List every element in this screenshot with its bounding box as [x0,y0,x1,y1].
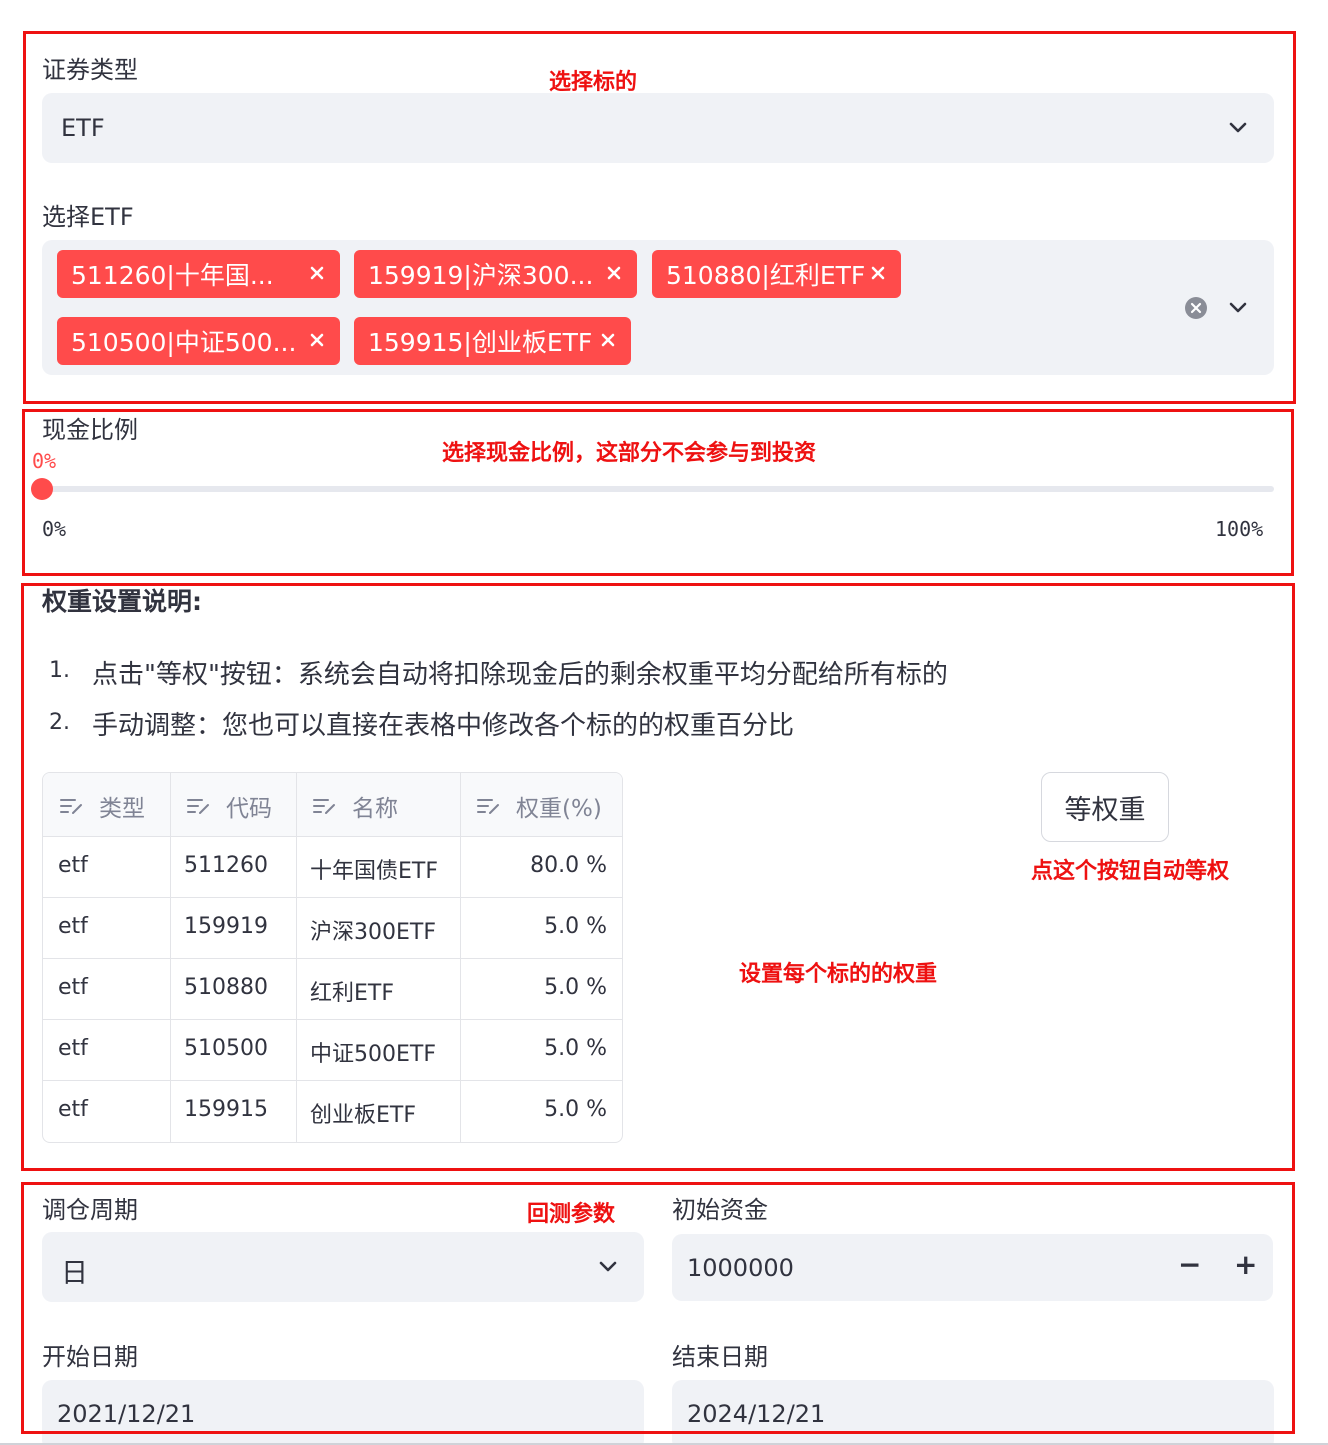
decrement-button[interactable]: − [1178,1248,1201,1281]
annotation-select-target: 选择标的 [549,70,638,95]
column-header-name[interactable]: 名称 [312,789,398,823]
security-type-select[interactable]: ETF [42,93,1274,163]
annotation-equal-note: 点这个按钮自动等权 [1031,859,1230,884]
table-cell-code[interactable]: 511260 [184,853,268,878]
table-cell-code[interactable]: 510880 [184,975,268,1000]
rebalance-value: 日 [61,1258,88,1289]
end-date-value: 2024/12/21 [687,1400,826,1428]
slider-min-label: 0% [42,517,67,541]
text-column-icon [313,799,335,814]
list-item: 点击"等权"按钮：系统会自动将扣除现金后的剩余权重平均分配给所有标的 [92,660,948,690]
table-cell-name[interactable]: 中证500ETF [310,1036,436,1068]
text-column-icon [477,799,499,814]
list-number: 2. [49,710,70,735]
column-header-weight[interactable]: 权重(%) [476,789,602,823]
close-icon[interactable] [867,262,889,284]
table-cell-type[interactable]: etf [58,853,88,878]
etf-tag-label: 511260|十年国... [71,261,274,290]
equal-weight-button[interactable]: 等权重 [1041,772,1169,842]
close-icon[interactable] [306,329,328,351]
column-header-type[interactable]: 类型 [59,789,145,823]
close-icon[interactable] [597,329,619,351]
increment-button[interactable]: + [1234,1248,1257,1281]
table-cell-type[interactable]: etf [58,1097,88,1122]
annotation-backtest-params: 回测参数 [527,1202,616,1227]
initial-capital-label: 初始资金 [672,1196,768,1224]
table-cell-code[interactable]: 510500 [184,1036,268,1061]
initial-capital-value: 1000000 [687,1254,794,1282]
cash-ratio-label: 现金比例 [42,416,138,444]
table-cell-weight[interactable]: 5.0 % [544,975,607,1000]
chevron-down-icon [1229,122,1247,133]
table-cell-weight[interactable]: 5.0 % [544,1036,607,1061]
slider-handle[interactable] [31,478,53,500]
etf-tag-label: 510880|红利ETF [666,261,866,290]
text-column-icon [60,799,82,814]
clear-all-icon[interactable] [1184,296,1208,320]
select-etf-label: 选择ETF [42,203,134,231]
start-date-label: 开始日期 [42,1343,138,1371]
annotation-cash-note: 选择现金比例，这部分不会参与到投资 [442,441,817,466]
close-icon[interactable] [306,262,328,284]
etf-tag[interactable]: 159915|创业板ETF [354,317,631,365]
etf-tag-label: 159919|沪深300... [368,261,594,290]
rebalance-select[interactable]: 日 [42,1232,644,1302]
chevron-down-icon [599,1261,617,1272]
close-icon[interactable] [603,262,625,284]
table-cell-code[interactable]: 159915 [184,1097,268,1122]
table-cell-name[interactable]: 创业板ETF [310,1097,416,1129]
table-cell-weight[interactable]: 5.0 % [544,1097,607,1122]
end-date-label: 结束日期 [672,1343,768,1371]
annotation-set-weight: 设置每个标的的权重 [739,962,938,987]
initial-capital-input[interactable]: 1000000 − + [672,1234,1273,1301]
rebalance-label: 调仓周期 [42,1196,138,1224]
column-header-code[interactable]: 代码 [186,789,272,823]
chevron-down-icon[interactable] [1228,298,1248,318]
slider-max-label: 100% [1215,517,1264,541]
list-number: 1. [49,658,70,683]
etf-tag-label: 159915|创业板ETF [368,328,593,357]
start-date-input[interactable]: 2021/12/21 [42,1380,644,1445]
table-cell-weight[interactable]: 5.0 % [544,914,607,939]
etf-tag[interactable]: 510880|红利ETF [652,250,901,298]
table-cell-name[interactable]: 十年国债ETF [310,853,438,885]
table-cell-name[interactable]: 沪深300ETF [310,914,436,946]
etf-multiselect[interactable]: 511260|十年国... 159919|沪深300... 510880|红利E… [42,240,1274,375]
table-cell-code[interactable]: 159919 [184,914,268,939]
table-cell-type[interactable]: etf [58,975,88,1000]
text-column-icon [187,799,209,814]
slider-track[interactable] [42,486,1274,492]
start-date-value: 2021/12/21 [57,1400,196,1428]
cash-ratio-current-value: 0% [32,449,57,473]
security-type-label: 证券类型 [42,56,138,84]
table-cell-weight[interactable]: 80.0 % [530,853,607,878]
weight-help-title: 权重设置说明: [42,587,202,616]
etf-tag[interactable]: 159919|沪深300... [354,250,637,298]
list-item: 手动调整：您也可以直接在表格中修改各个标的的权重百分比 [92,711,795,741]
etf-tag-label: 510500|中证500... [71,328,297,357]
etf-tag[interactable]: 510500|中证500... [57,317,340,365]
table-cell-type[interactable]: etf [58,1036,88,1061]
table-cell-name[interactable]: 红利ETF [310,975,394,1007]
weight-table: 类型 代码 名称 权重(%) etf 511260 十年国债ETF 80.0 %… [42,772,623,1143]
security-type-value: ETF [61,114,105,142]
end-date-input[interactable]: 2024/12/21 [672,1380,1274,1445]
table-cell-type[interactable]: etf [58,914,88,939]
etf-tag[interactable]: 511260|十年国... [57,250,340,298]
